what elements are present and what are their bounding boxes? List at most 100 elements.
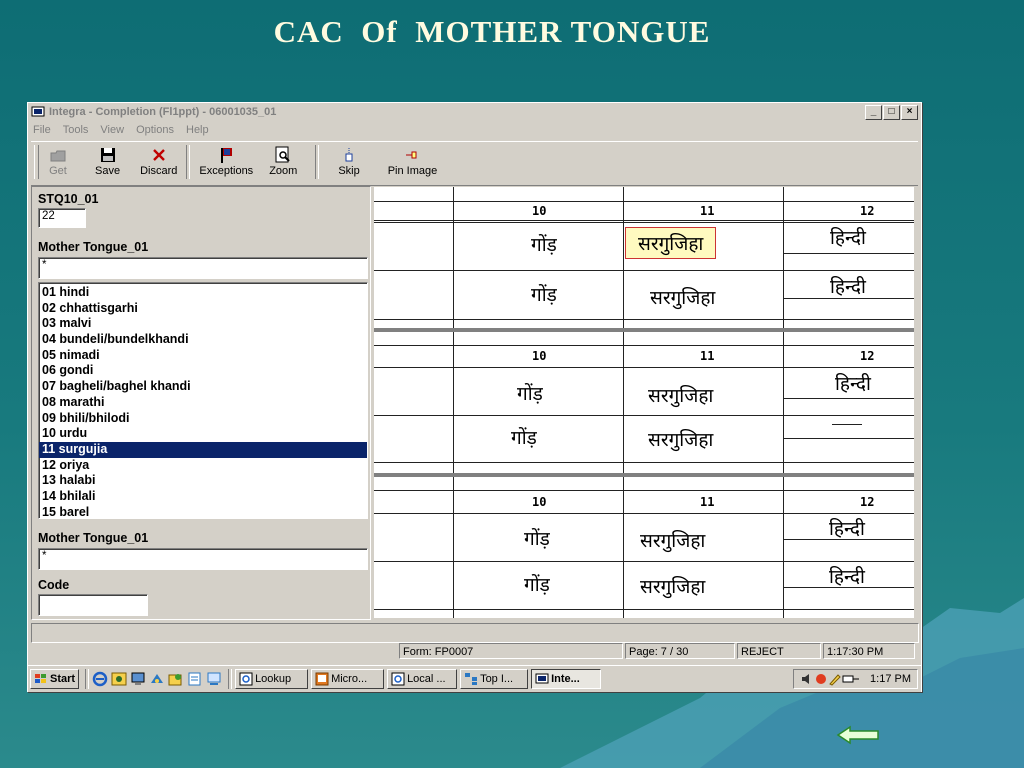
- listbox-option[interactable]: 14 bhilali: [39, 489, 367, 505]
- handwritten-entry: हिन्दी: [829, 566, 865, 588]
- title-bar[interactable]: Integra - Completion (Fl1ppt) - 06001035…: [28, 103, 921, 121]
- find-icon[interactable]: [168, 671, 184, 687]
- handwritten-entry: सरगुजिहा: [650, 287, 716, 309]
- handwritten-entry: गोंड़: [531, 284, 557, 306]
- menu-view[interactable]: View: [100, 124, 124, 136]
- menu-tools[interactable]: Tools: [63, 124, 89, 136]
- toolbar-grip[interactable]: [34, 145, 39, 179]
- column-number: 11: [700, 495, 715, 509]
- handwritten-entry: हिन्दी: [835, 373, 871, 395]
- menu-file[interactable]: File: [33, 124, 51, 136]
- listbox-option[interactable]: 05 nimadi: [39, 348, 367, 364]
- mother-tongue-input[interactable]: *: [38, 257, 368, 279]
- window-title: Integra - Completion (Fl1ppt) - 06001035…: [49, 106, 277, 118]
- listbox-option[interactable]: 04 bundeli/bundelkhandi: [39, 332, 367, 348]
- listbox-option[interactable]: 15 barel: [39, 505, 367, 518]
- menu-options[interactable]: Options: [136, 124, 174, 136]
- status-bar-top: [31, 623, 919, 643]
- task-lookup[interactable]: Lookup: [235, 669, 309, 689]
- close-button[interactable]: ×: [901, 104, 918, 120]
- minimize-button[interactable]: _: [865, 104, 882, 120]
- browser-tray-icon[interactable]: [814, 672, 828, 686]
- powerpoint-icon: [315, 672, 329, 686]
- mother-tongue-input-2[interactable]: *: [38, 548, 368, 570]
- handwritten-entry: सरगुजिहा: [640, 576, 706, 598]
- zoom-button[interactable]: Zoom: [263, 145, 303, 177]
- back-arrow-icon[interactable]: [836, 725, 880, 745]
- slide-title: CAC Of MOTHER TONGUE: [273, 14, 711, 49]
- column-number: 10: [532, 495, 547, 509]
- task-integra[interactable]: Inte...: [531, 669, 602, 689]
- column-number: 10: [532, 204, 547, 218]
- scan-strip-2: 10 11 12 गोंड़ सरगुजिहा हिन्दी गोंड़ सरग…: [374, 332, 914, 473]
- listbox-option[interactable]: 07 bagheli/baghel khandi: [39, 379, 367, 395]
- discard-x-icon: [152, 149, 165, 161]
- local-icon: [391, 672, 405, 686]
- code-input[interactable]: [38, 594, 148, 616]
- start-button[interactable]: Start: [30, 669, 80, 689]
- handwritten-entry: गोंड़: [524, 574, 550, 596]
- stq-label: STQ10_01: [38, 192, 99, 206]
- save-button[interactable]: Save: [89, 145, 126, 177]
- status-form: Form: FP0007: [399, 643, 623, 659]
- column-number: 11: [700, 204, 715, 218]
- pin-image-button[interactable]: Pin Image: [382, 145, 444, 177]
- listbox-option[interactable]: 12 oriya: [39, 458, 367, 474]
- handwritten-entry: सरगुजिहा: [648, 385, 714, 407]
- get-icon: [50, 150, 66, 162]
- scanned-image-panel[interactable]: 10 11 12 गोंड़ सरगुजिहा हिन्दी गोंड़ सरग…: [374, 187, 914, 618]
- skip-button[interactable]: Skip: [332, 145, 365, 177]
- listbox-option[interactable]: 13 halabi: [39, 473, 367, 489]
- mother-tongue-listbox[interactable]: 01 hindi 02 chhattisgarhi 03 malvi 04 bunde…: [38, 282, 368, 519]
- column-number: 12: [860, 495, 875, 509]
- status-state: REJECT: [737, 643, 821, 659]
- handwritten-entry: गोंड़: [531, 234, 557, 256]
- scan-strip-1: 10 11 12 गोंड़ सरगुजिहा हिन्दी गोंड़ सरग…: [374, 187, 914, 328]
- windows-logo-icon: [35, 674, 46, 683]
- listbox-option[interactable]: 06 gondi: [39, 363, 367, 379]
- pencil-tray-icon[interactable]: [828, 672, 842, 686]
- scan-strip-3: 10 11 12 गोंड़ सरगुजिहा हिन्दी गोंड़ सरग…: [374, 477, 914, 618]
- listbox-option[interactable]: 03 malvi: [39, 316, 367, 332]
- status-page: Page: 7 / 30: [625, 643, 735, 659]
- desktop-icon[interactable]: [130, 671, 146, 687]
- lookup-icon: [239, 672, 253, 686]
- toolbar-separator-2: [315, 145, 320, 179]
- listbox-option[interactable]: 01 hindi: [39, 285, 367, 301]
- menu-help[interactable]: Help: [186, 124, 209, 136]
- listbox-option[interactable]: 10 urdu: [39, 426, 367, 442]
- integra-icon: [535, 673, 549, 684]
- speaker-icon[interactable]: [800, 672, 814, 686]
- listbox-option[interactable]: 11 surgujia: [39, 441, 367, 458]
- network-icon[interactable]: [149, 671, 165, 687]
- app-icon: [31, 106, 45, 116]
- discard-button[interactable]: Discard: [134, 145, 183, 177]
- mother-tongue-label: Mother Tongue_01: [38, 240, 149, 254]
- code-label: Code: [38, 578, 70, 592]
- zoom-icon: [275, 146, 290, 163]
- stq-input[interactable]: 22: [38, 208, 86, 228]
- flag-icon: [221, 148, 233, 163]
- listbox-option[interactable]: 02 chhattisgarhi: [39, 301, 367, 317]
- exceptions-button[interactable]: Exceptions: [193, 145, 259, 177]
- internet-explorer-icon[interactable]: [92, 671, 108, 687]
- task-local[interactable]: Local ...: [387, 669, 458, 689]
- column-number: 12: [860, 204, 875, 218]
- get-button[interactable]: Get: [43, 145, 73, 177]
- listbox-option[interactable]: 08 marathi: [39, 395, 367, 411]
- handwritten-entry: हिन्दी: [829, 518, 865, 540]
- network-tray-icon[interactable]: [842, 672, 860, 686]
- column-number: 11: [700, 349, 715, 363]
- status-bar: Form: FP0007 Page: 7 / 30 REJECT 1:17:30…: [31, 643, 917, 661]
- task-top[interactable]: Top I...: [460, 669, 529, 689]
- document-icon[interactable]: [187, 671, 203, 687]
- maximize-button[interactable]: □: [883, 104, 900, 120]
- monitor-icon[interactable]: [206, 671, 222, 687]
- status-time: 1:17:30 PM: [823, 643, 915, 659]
- listbox-option[interactable]: 09 bhili/bhilodi: [39, 411, 367, 427]
- task-micro[interactable]: Micro...: [311, 669, 385, 689]
- handwritten-entry: गोंड़: [517, 383, 543, 405]
- handwritten-entry: सरगुजिहा: [640, 530, 706, 552]
- floppy-icon: [100, 148, 115, 162]
- outlook-icon[interactable]: [111, 671, 127, 687]
